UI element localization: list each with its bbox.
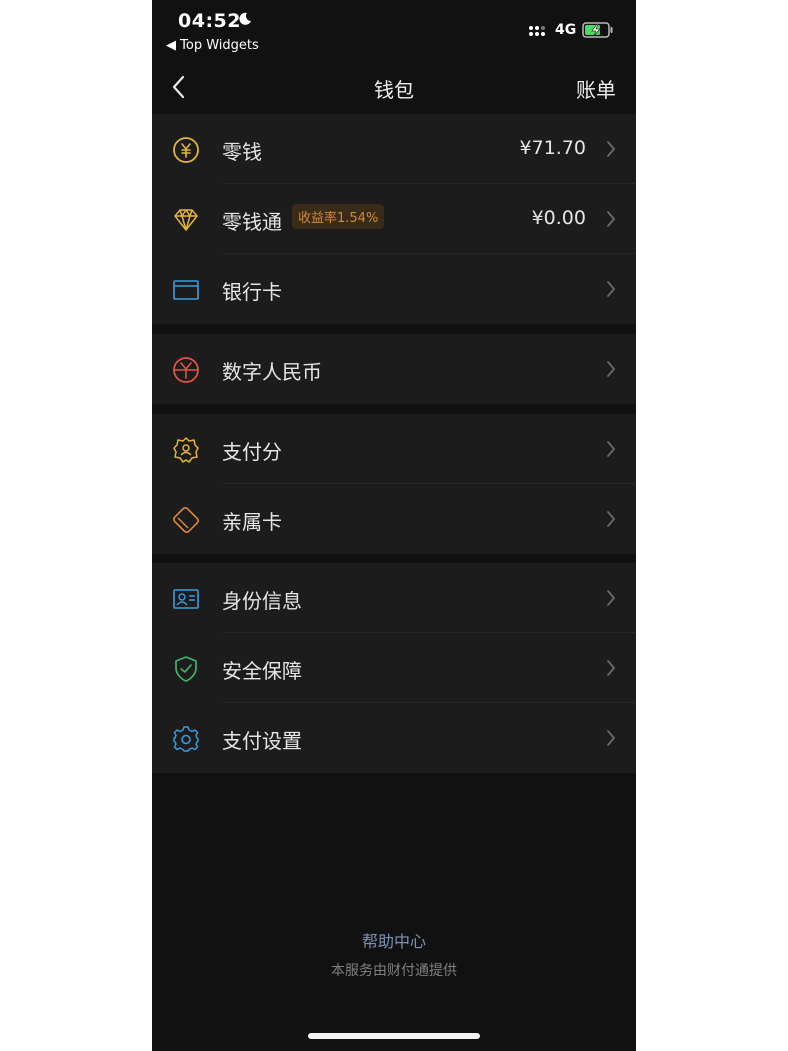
- wallet-group-settings: 身份信息 安全保障 支付设置: [152, 563, 636, 773]
- chevron-right-icon: [607, 361, 615, 377]
- chevron-right-icon: [607, 660, 615, 676]
- digital-rmb-label: 数字人民币: [222, 360, 322, 384]
- id-card-icon: [173, 589, 199, 609]
- chevron-right-icon: [607, 211, 615, 227]
- pay-settings-item[interactable]: 支付设置: [152, 703, 636, 773]
- wallet-group-credit: 支付分 亲属卡: [152, 414, 636, 554]
- family-card-label: 亲属卡: [222, 510, 282, 534]
- moon-icon: [239, 12, 251, 25]
- status-bar: 04:52 ◀ Top Widgets 4G: [152, 0, 636, 60]
- chevron-right-icon: [607, 730, 615, 746]
- chevron-right-icon: [607, 281, 615, 297]
- nav-bar: 钱包 账单: [152, 60, 636, 114]
- phone-screen: 04:52 ◀ Top Widgets 4G 钱包 账单 零钱 ¥71.70 零…: [152, 0, 636, 1051]
- diamond-icon: [174, 209, 198, 231]
- chevron-right-icon: [607, 590, 615, 606]
- identity-item[interactable]: 身份信息: [152, 563, 636, 633]
- card-icon: [173, 280, 199, 300]
- licaitong-item[interactable]: 零钱通 收益率1.54% ¥0.00: [152, 184, 636, 254]
- help-center-link[interactable]: 帮助中心: [152, 928, 636, 952]
- pay-settings-label: 支付设置: [222, 729, 302, 753]
- chevron-right-icon: [607, 441, 615, 457]
- bank-card-label: 银行卡: [222, 280, 282, 304]
- security-item[interactable]: 安全保障: [152, 633, 636, 703]
- wallet-group-funds: 零钱 ¥71.70 零钱通 收益率1.54% ¥0.00 银行卡: [152, 114, 636, 324]
- home-indicator[interactable]: [308, 1033, 480, 1039]
- status-time: 04:52: [178, 10, 241, 32]
- network-type: 4G: [555, 22, 577, 38]
- badge-person-icon: [173, 437, 199, 463]
- family-card-icon: [173, 507, 199, 533]
- shield-icon: [175, 656, 197, 682]
- family-card-item[interactable]: 亲属卡: [152, 484, 636, 554]
- change-label: 零钱: [222, 140, 262, 164]
- change-item[interactable]: 零钱 ¥71.70: [152, 114, 636, 184]
- bill-button[interactable]: 账单: [576, 74, 616, 103]
- gear-icon: [173, 726, 199, 752]
- licaitong-label: 零钱通: [222, 210, 282, 234]
- change-balance: ¥71.70: [519, 137, 586, 159]
- battery-charging-icon: [582, 22, 613, 38]
- digital-rmb-item[interactable]: 数字人民币: [152, 334, 636, 404]
- back-to-app-link[interactable]: ◀ Top Widgets: [166, 38, 259, 53]
- bank-card-item[interactable]: 银行卡: [152, 254, 636, 324]
- security-label: 安全保障: [222, 659, 302, 683]
- service-provider-note: 本服务由财付通提供: [331, 963, 457, 979]
- chevron-right-icon: [607, 511, 615, 527]
- digital-rmb-icon: [173, 357, 199, 383]
- wallet-group-digital-rmb: 数字人民币: [152, 334, 636, 404]
- page-title: 钱包: [374, 78, 414, 102]
- pay-score-item[interactable]: 支付分: [152, 414, 636, 484]
- chevron-right-icon: [607, 141, 615, 157]
- yuan-coin-icon: [173, 137, 199, 163]
- licaitong-balance: ¥0.00: [531, 207, 586, 229]
- signal-icon: [529, 26, 545, 36]
- pay-score-label: 支付分: [222, 440, 282, 464]
- yield-badge: 收益率1.54%: [292, 204, 385, 229]
- identity-label: 身份信息: [222, 589, 302, 613]
